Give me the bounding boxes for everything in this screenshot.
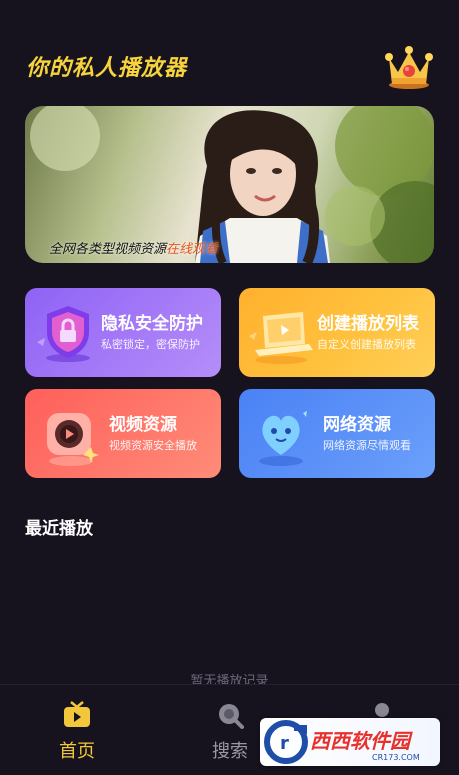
promo-banner[interactable]: 全网各类型视频资源在线观看 [25, 106, 434, 263]
feature-title: 网络资源 [323, 415, 391, 435]
feature-title: 隐私安全防护 [101, 314, 203, 334]
app-title: 你的私人播放器 [26, 56, 188, 81]
feature-title: 视频资源 [109, 415, 177, 435]
banner-caption-text: 全网各类型视频资源 [49, 242, 167, 257]
network-resources-card[interactable]: 网络资源 网络资源尽情观看 [239, 389, 435, 478]
tab-search[interactable]: 搜索 [190, 701, 270, 763]
feature-title: 创建播放列表 [317, 314, 419, 334]
banner-caption: 全网各类型视频资源在线观看 [49, 238, 218, 257]
watermark-text: 西西软件园 [310, 729, 413, 753]
tv-icon [64, 701, 90, 727]
crown-icon[interactable] [383, 40, 435, 92]
heart-face-icon [259, 411, 307, 466]
feature-subtitle: 自定义创建播放列表 [317, 338, 416, 351]
watermark-logo: r 西西软件园 CR173.COM [260, 718, 440, 766]
privacy-protection-card[interactable]: 隐私安全防护 私密锁定，密保防护 [25, 288, 221, 377]
watermark-sub: CR173.COM [372, 753, 420, 762]
tab-label: 搜索 [212, 741, 248, 762]
search-icon [219, 704, 244, 729]
tab-label: 首页 [59, 741, 95, 762]
shield-lock-icon [37, 306, 90, 362]
feature-subtitle: 视频资源安全播放 [109, 439, 197, 452]
feature-subtitle: 私密锁定，密保防护 [101, 338, 200, 351]
recent-section-title: 最近播放 [25, 519, 93, 539]
tab-home[interactable]: 首页 [37, 701, 117, 763]
camera-play-icon [47, 407, 99, 466]
svg-text:r: r [280, 733, 289, 754]
laptop-playlist-icon [249, 312, 313, 364]
watermark-badge: r 西西软件园 CR173.COM [264, 720, 420, 764]
banner-caption-highlight: 在线观看 [166, 242, 219, 257]
video-resources-card[interactable]: 视频资源 视频资源安全播放 [25, 389, 221, 478]
feature-subtitle: 网络资源尽情观看 [323, 439, 411, 452]
create-playlist-card[interactable]: 创建播放列表 自定义创建播放列表 [239, 288, 435, 377]
